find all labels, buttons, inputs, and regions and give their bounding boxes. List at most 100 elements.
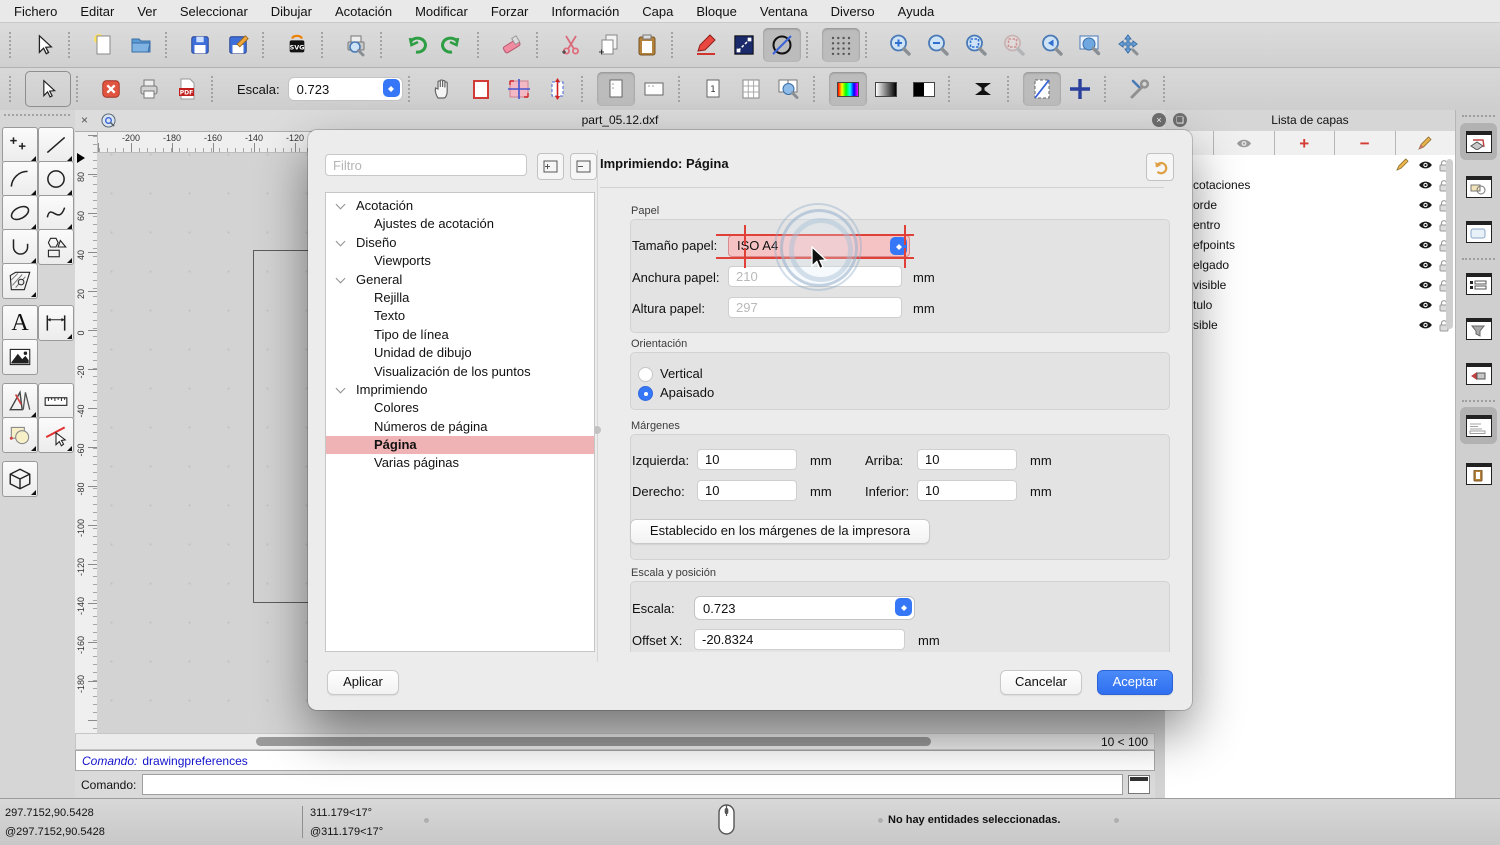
tree-item[interactable]: Imprimiendo: [326, 381, 594, 399]
layer-panel-title[interactable]: Lista de capas: [1165, 110, 1455, 132]
new-document-button[interactable]: [84, 28, 122, 62]
save-button[interactable]: [181, 28, 219, 62]
copy-button[interactable]: [590, 28, 628, 62]
pan-hand-button[interactable]: [424, 72, 462, 106]
page-diagonal-button[interactable]: [1023, 72, 1061, 106]
zoom-out-button[interactable]: [919, 28, 957, 62]
tree-item[interactable]: Visualización de los puntos: [326, 363, 594, 381]
chevron-down-icon[interactable]: [336, 273, 346, 283]
landscape-button[interactable]: [635, 72, 673, 106]
block-list-panel-button[interactable]: [1460, 168, 1497, 205]
layer-row[interactable]: efpoints: [1165, 235, 1455, 255]
toolbar-handle[interactable]: [9, 76, 20, 102]
shape-tools-button[interactable]: [38, 229, 74, 265]
redo-button[interactable]: [434, 28, 472, 62]
eye-icon[interactable]: [1418, 260, 1433, 270]
ellipse-slash-button[interactable]: [763, 28, 801, 62]
tree-item[interactable]: Rejilla: [326, 289, 594, 307]
drafting-tools-button[interactable]: [2, 383, 38, 419]
save-as-button[interactable]: [219, 28, 257, 62]
remove-layer-button[interactable]: −: [1335, 131, 1396, 155]
eye-icon[interactable]: [1418, 240, 1433, 250]
line-box-button[interactable]: [725, 28, 763, 62]
grayscale-button[interactable]: [867, 72, 905, 106]
eye-icon[interactable]: [1418, 320, 1433, 330]
radio-apaisado[interactable]: [638, 386, 653, 401]
cut-button[interactable]: [552, 28, 590, 62]
drawing-preferences-button[interactable]: [687, 28, 725, 62]
tree-item[interactable]: General: [326, 271, 594, 289]
settings-tools-button[interactable]: [1120, 72, 1158, 106]
eye-icon[interactable]: [1418, 160, 1433, 170]
horizontal-scrollbar[interactable]: 10 < 100: [75, 733, 1155, 750]
solid-tools-button[interactable]: [2, 461, 38, 497]
stepper-icon[interactable]: [383, 79, 400, 97]
eye-icon[interactable]: [1418, 200, 1433, 210]
modify-tools-button[interactable]: [2, 417, 38, 453]
tree-item[interactable]: Tipo de línea: [326, 326, 594, 344]
portrait-button[interactable]: [597, 72, 635, 106]
point-tools-button[interactable]: [2, 127, 38, 163]
black-white-button[interactable]: [905, 72, 943, 106]
printer-margins-button[interactable]: Establecido en los márgenes de la impres…: [630, 519, 930, 544]
palette-handle[interactable]: [4, 114, 70, 116]
grid-toggle-button[interactable]: [822, 28, 860, 62]
layer-row[interactable]: cotaciones: [1165, 175, 1455, 195]
cancel-button[interactable]: Cancelar: [1000, 670, 1082, 695]
print-button[interactable]: [130, 72, 168, 106]
menu-diverso[interactable]: Diverso: [831, 4, 875, 19]
open-document-button[interactable]: [122, 28, 160, 62]
menu-informacion[interactable]: Información: [551, 4, 619, 19]
add-layer-button[interactable]: +: [1275, 131, 1336, 155]
eye-icon[interactable]: [1418, 300, 1433, 310]
tree-item[interactable]: Diseño: [326, 234, 594, 252]
menu-ventana[interactable]: Ventana: [760, 4, 808, 19]
zoom-window-button[interactable]: [1071, 28, 1109, 62]
margin-top-field[interactable]: 10: [917, 449, 1017, 470]
collapse-all-button[interactable]: [570, 153, 597, 180]
full-color-button[interactable]: [829, 72, 867, 106]
ellipse-tools-button[interactable]: [2, 195, 38, 231]
zoom-in-button[interactable]: [881, 28, 919, 62]
scrollbar-thumb[interactable]: [256, 737, 931, 746]
toolbar-handle[interactable]: [9, 32, 20, 58]
margin-right-field[interactable]: 10: [697, 480, 797, 501]
page-grid-button[interactable]: [732, 72, 770, 106]
tree-item[interactable]: Texto: [326, 307, 594, 325]
zoom-page-button[interactable]: [770, 72, 808, 106]
paste-button[interactable]: [628, 28, 666, 62]
eye-icon[interactable]: [1418, 180, 1433, 190]
tree-item[interactable]: Colores: [326, 399, 594, 417]
page-border-button[interactable]: [462, 72, 500, 106]
zoom-previous-button[interactable]: [1033, 28, 1071, 62]
arc-tools-button[interactable]: [2, 161, 38, 197]
reset-defaults-button[interactable]: [1146, 153, 1174, 181]
eye-icon[interactable]: [1418, 220, 1433, 230]
layer-row[interactable]: orde: [1165, 195, 1455, 215]
tree-item[interactable]: Unidad de dibujo: [326, 344, 594, 362]
tree-item-selected[interactable]: Página: [326, 436, 594, 454]
circle-tools-button[interactable]: [38, 161, 74, 197]
layer-row[interactable]: sible: [1165, 315, 1455, 335]
margin-bottom-field[interactable]: 10: [917, 480, 1017, 501]
command-line-panel-button[interactable]: [1460, 407, 1497, 444]
scale-combo[interactable]: 0.723: [288, 77, 403, 101]
menu-dibujar[interactable]: Dibujar: [271, 4, 312, 19]
polyline-tools-button[interactable]: [2, 229, 38, 265]
reference-panel-button[interactable]: [1460, 355, 1497, 392]
export-pdf-button[interactable]: PDF: [168, 72, 206, 106]
menu-acotacion[interactable]: Acotación: [335, 4, 392, 19]
export-svg-button[interactable]: SVG: [278, 28, 316, 62]
view-list-panel-button[interactable]: [1460, 213, 1497, 250]
panel-close-icon[interactable]: ×: [1152, 113, 1166, 127]
tree-item[interactable]: Varias páginas: [326, 454, 594, 472]
layer-row[interactable]: elgado: [1165, 255, 1455, 275]
command-window-icon[interactable]: [1128, 775, 1150, 794]
multi-page-crossed-button[interactable]: [500, 72, 538, 106]
chevron-down-icon[interactable]: [336, 200, 346, 210]
image-tool-button[interactable]: [2, 339, 38, 375]
layer-row[interactable]: [1165, 155, 1455, 175]
menu-fichero[interactable]: Fichero: [14, 4, 57, 19]
menu-forzar[interactable]: Forzar: [491, 4, 529, 19]
undo-button[interactable]: [396, 28, 434, 62]
